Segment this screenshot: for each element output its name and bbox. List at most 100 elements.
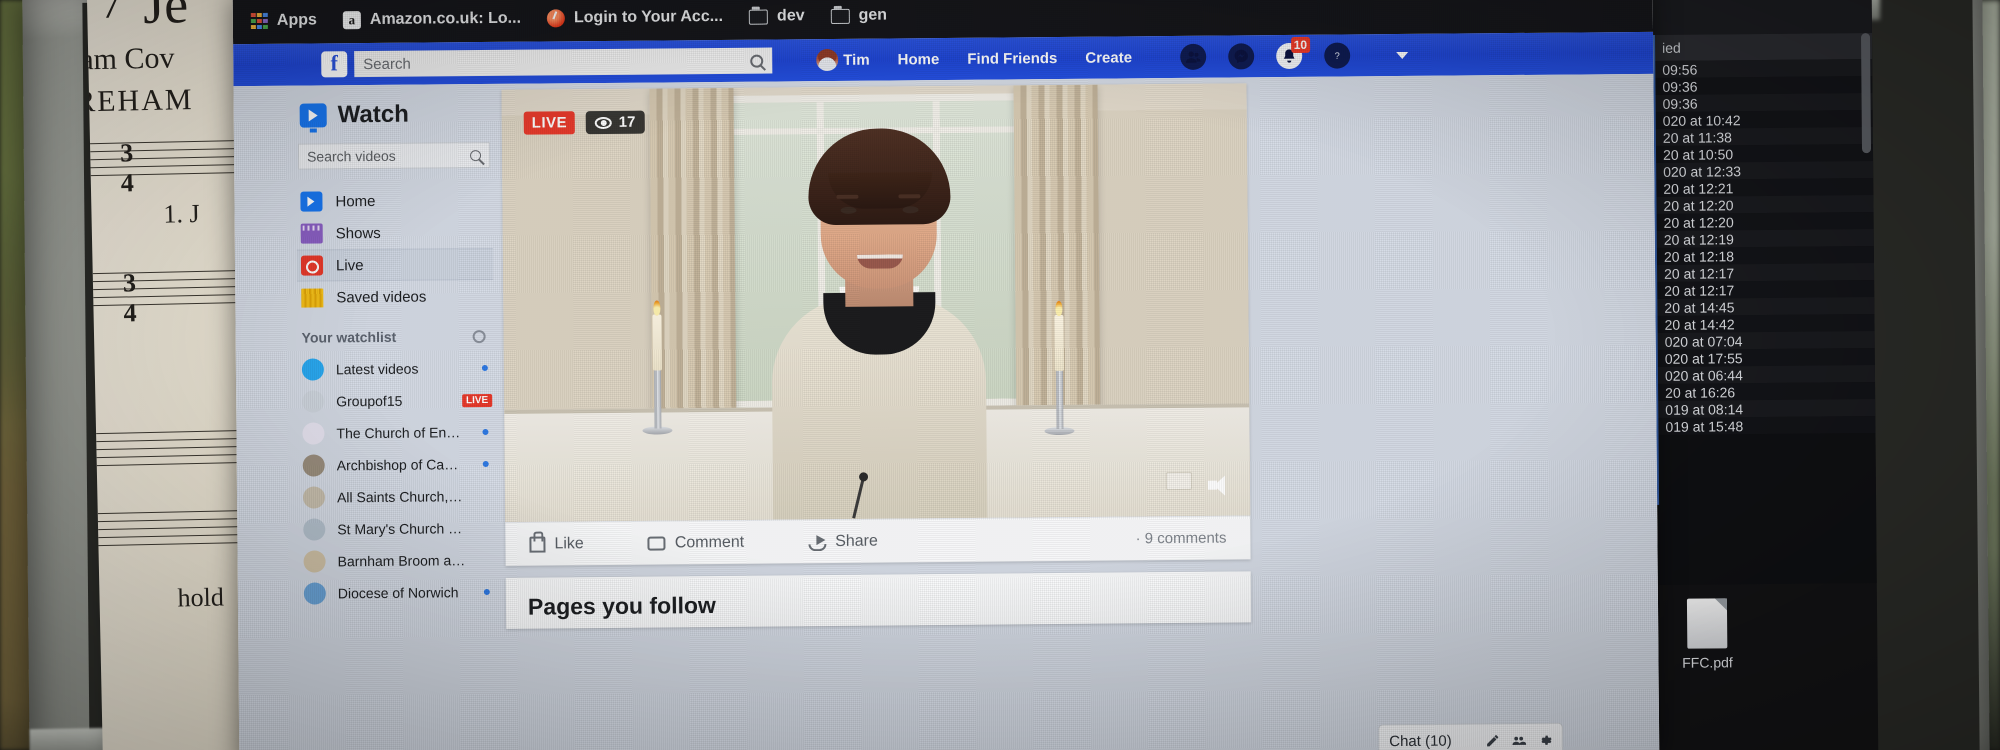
- desktop-panel-row[interactable]: 020 at 10:42: [1652, 110, 1873, 129]
- watchlist-item[interactable]: Archbishop of Cant...: [299, 448, 495, 482]
- facebook-logo-icon[interactable]: f: [321, 50, 348, 78]
- desktop-panel-row[interactable]: 09:56: [1652, 59, 1873, 78]
- desktop-panel-row[interactable]: 20 at 12:18: [1653, 246, 1874, 265]
- bookmark-amazon[interactable]: a Amazon.co.uk: Lo...: [342, 10, 521, 30]
- nav-profile[interactable]: Tim: [816, 48, 884, 72]
- sidebar-item-saved-videos[interactable]: Saved videos: [297, 280, 493, 314]
- desktop-panel-row[interactable]: 09:36: [1652, 76, 1873, 95]
- facebook-search-input[interactable]: Search: [354, 47, 773, 78]
- speaker-icon[interactable]: [1208, 476, 1230, 496]
- desktop-panel-row[interactable]: 09:36: [1652, 93, 1873, 112]
- desktop-panel-row[interactable]: 020 at 17:55: [1654, 348, 1875, 367]
- search-videos-input[interactable]: Search videos: [297, 141, 491, 170]
- avatar: [816, 48, 839, 72]
- watchlist-item[interactable]: All Saints Church, Ship...: [299, 480, 495, 514]
- desktop-panel-rows[interactable]: 09:56 09:36 09:36 020 at 10:42 20 at 11:38 20…: [1652, 59, 1876, 435]
- watchlist-item[interactable]: St Mary's Church Watt...: [299, 512, 495, 546]
- candle-flame-left: [653, 300, 661, 316]
- desktop-panel-row[interactable]: 20 at 14:42: [1654, 314, 1875, 333]
- desktop-file-item[interactable]: FFC.pdf: [1657, 584, 1744, 671]
- account-chevron-down-icon[interactable]: [1395, 51, 1409, 59]
- desktop-panel-row[interactable]: 20 at 12:20: [1653, 212, 1874, 231]
- desktop-panel-row[interactable]: 20 at 11:38: [1652, 127, 1873, 146]
- facebook-nav-links: Tim Home Find Friends Create: [816, 46, 1146, 72]
- wall-socket: [1165, 471, 1192, 491]
- help-question-icon[interactable]: ?: [1323, 42, 1351, 69]
- watchlist-item[interactable]: Latest videos: [298, 352, 494, 386]
- nav-profile-name: Tim: [843, 51, 870, 69]
- desktop-panel-row[interactable]: 020 at 07:04: [1654, 331, 1875, 350]
- sidebar-item-home[interactable]: Home: [296, 184, 492, 218]
- orange-circle-icon: [546, 9, 566, 28]
- amazon-icon: a: [342, 11, 361, 30]
- search-icon[interactable]: [469, 149, 482, 161]
- sheet-line-3: hold: [177, 582, 225, 613]
- desktop-panel-row[interactable]: 20 at 14:45: [1654, 297, 1875, 316]
- search-icon[interactable]: [750, 54, 764, 68]
- desktop-panel-row[interactable]: 20 at 12:17: [1654, 263, 1875, 282]
- comment-bubble-icon: [647, 535, 666, 551]
- like-button[interactable]: Like: [529, 535, 584, 553]
- gear-icon[interactable]: [1537, 733, 1552, 748]
- avatar: [303, 550, 326, 573]
- gear-icon[interactable]: [472, 329, 486, 343]
- desktop-panel-row[interactable]: 020 at 12:33: [1653, 161, 1874, 180]
- desktop-panel-row[interactable]: 20 at 12:20: [1653, 195, 1874, 214]
- desktop-panel-row[interactable]: 20 at 12:19: [1653, 229, 1874, 248]
- bookmark-login[interactable]: Login to Your Acc...: [546, 8, 723, 28]
- svg-text:?: ?: [1334, 51, 1339, 61]
- shows-clapper-icon: [300, 223, 323, 244]
- comment-label: Comment: [674, 533, 745, 551]
- sheet-page-number: 7: [100, 0, 122, 27]
- bookmark-gen-label: gen: [858, 6, 888, 24]
- notifications-bell-icon[interactable]: 10: [1275, 36, 1310, 70]
- desktop-panel-row[interactable]: 20 at 12:17: [1654, 280, 1875, 299]
- desktop-panel-row[interactable]: 020 at 06:44: [1654, 365, 1876, 384]
- watchlist-item[interactable]: Groupof15 LIVE: [298, 384, 494, 418]
- desktop-panel-scrollbar[interactable]: [1860, 33, 1872, 154]
- sheet-title-fragment: Je: [142, 0, 189, 36]
- bookmark-apps[interactable]: Apps: [250, 11, 317, 30]
- nav-home[interactable]: Home: [884, 50, 954, 68]
- nav-create[interactable]: Create: [1071, 49, 1146, 67]
- group-icon[interactable]: [1511, 733, 1527, 748]
- desktop-panel-row[interactable]: 20 at 10:50: [1652, 144, 1874, 163]
- page-title-label: Watch: [337, 100, 409, 129]
- unread-dot-icon: [481, 364, 488, 372]
- watch-sidebar: Watch Search videos Home Shows Live Save…: [295, 84, 497, 750]
- candlestick-right: [1055, 366, 1064, 430]
- watchlist-item[interactable]: The Church of Engla...: [298, 416, 494, 450]
- messenger-icon[interactable]: [1227, 43, 1255, 70]
- watchlist-item[interactable]: Barnham Broom and U...: [299, 544, 495, 578]
- bookmark-folder-dev[interactable]: dev: [748, 7, 805, 25]
- unread-dot-icon: [483, 588, 490, 596]
- desktop-panel-row[interactable]: 019 at 08:14: [1655, 399, 1876, 418]
- desktop-panel-row[interactable]: 20 at 12:21: [1653, 178, 1874, 197]
- video-player[interactable]: LIVE 17: [501, 83, 1251, 522]
- sidebar-item-shows[interactable]: Shows: [297, 216, 493, 250]
- desktop-panel-row[interactable]: 20 at 16:26: [1655, 382, 1876, 401]
- folder-icon: [748, 9, 769, 25]
- sidebar-item-live[interactable]: Live: [296, 247, 494, 282]
- live-video-post: LIVE 17 Like Comment Share · 9 comments: [501, 83, 1251, 566]
- bookmark-folder-gen[interactable]: gen: [830, 6, 888, 25]
- photo-of-monitor-scene: 7 Je am Cov REHAM 34 1. J 34 hold ied 09…: [0, 0, 2000, 750]
- thumbs-up-icon: [529, 536, 546, 553]
- desktop-panel-column-header: ied: [1651, 33, 1873, 61]
- pages-you-follow-card: Pages you follow: [505, 571, 1252, 629]
- nav-find-friends[interactable]: Find Friends: [953, 49, 1071, 68]
- watchlist-item-label: Diocese of Norwich: [337, 584, 459, 602]
- page-title: Watch: [296, 94, 492, 144]
- share-button[interactable]: Share: [808, 532, 878, 551]
- search-videos-placeholder: Search videos: [306, 147, 396, 165]
- watchlist-item[interactable]: Diocese of Norwich: [300, 576, 496, 610]
- friend-requests-icon[interactable]: [1179, 43, 1207, 70]
- watchlist-title: Your watchlist: [301, 328, 397, 346]
- comment-button[interactable]: Comment: [647, 533, 745, 552]
- comment-count[interactable]: · 9 comments: [1135, 530, 1226, 548]
- desktop-panel-row[interactable]: 019 at 15:48: [1655, 416, 1876, 435]
- compose-icon[interactable]: [1485, 733, 1500, 748]
- avatar: [303, 518, 326, 541]
- chat-dock[interactable]: Chat (10): [1378, 722, 1564, 750]
- watch-feed: LIVE 17 Like Comment Share · 9 comments …: [491, 74, 1659, 750]
